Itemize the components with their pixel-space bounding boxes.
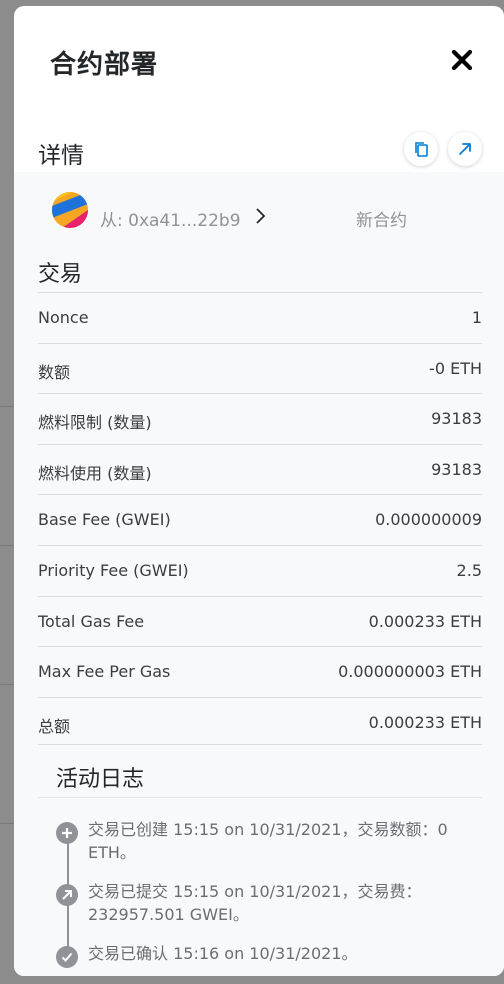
transaction-table: Nonce 1 数额 -0 ETH 燃料限制 (数量) 93183 燃料使用 (…	[38, 292, 482, 747]
table-row: Total Gas Fee 0.000233 ETH	[38, 595, 482, 647]
details-header: 详情	[14, 116, 504, 172]
activity-text: 交易已创建 15:15 on 10/31/2021，交易数额：0 ETH。	[88, 820, 448, 862]
row-value: 0.000000003 ETH	[338, 662, 482, 682]
table-row: 数额 -0 ETH	[38, 342, 482, 394]
close-icon	[451, 49, 473, 71]
row-value: 93183	[431, 409, 482, 429]
activity-log-title: 活动日志	[56, 767, 145, 792]
table-row: Priority Fee (GWEI) 2.5	[38, 544, 482, 596]
account-avatar	[52, 192, 88, 228]
row-label: 数额	[38, 362, 71, 382]
row-value: 0.000000009	[375, 510, 482, 530]
to-address: 新合约	[356, 211, 407, 231]
table-row: 总额 0.000233 ETH	[38, 696, 482, 748]
row-label: 燃料限制 (数量)	[38, 413, 152, 433]
activity-text: 交易已确认 15:16 on 10/31/2021。	[88, 944, 358, 963]
contract-deployment-modal: 合约部署 详情 从: 0xa41...22b9 新合约 交易 Nonce 1 数…	[14, 6, 504, 976]
activity-log: 活动日志 交易已创建 15:15 on 10/31/2021，交易数额：0 ET…	[38, 744, 482, 968]
from-to-row: 从: 0xa41...22b9 新合约	[14, 172, 504, 248]
table-row: 燃料限制 (数量) 93183	[38, 393, 482, 444]
row-label: Priority Fee (GWEI)	[38, 560, 189, 580]
table-row: Nonce 1	[38, 292, 482, 343]
table-row: Max Fee Per Gas 0.000000003 ETH	[38, 646, 482, 697]
arrow-up-right-icon	[56, 884, 78, 906]
row-label: Nonce	[38, 308, 89, 327]
open-in-explorer-button[interactable]	[448, 132, 482, 166]
activity-log-list: 交易已创建 15:15 on 10/31/2021，交易数额：0 ETH。 交易…	[38, 797, 482, 976]
details-title: 详情	[38, 143, 84, 169]
table-row: Base Fee (GWEI) 0.000000009	[38, 494, 482, 545]
modal-title: 合约部署	[50, 50, 159, 80]
external-link-icon	[459, 143, 471, 155]
copy-icon	[415, 142, 428, 157]
row-label: Total Gas Fee	[38, 611, 145, 631]
details-body: 从: 0xa41...22b9 新合约 交易 Nonce 1 数额 -0 ETH…	[14, 172, 504, 976]
row-label: 燃料使用 (数量)	[38, 463, 152, 483]
row-value: 0.000233 ETH	[368, 712, 482, 732]
transaction-section-title: 交易	[38, 262, 83, 287]
chevron-right-icon	[256, 208, 266, 224]
close-button[interactable]	[448, 46, 476, 74]
plus-icon	[56, 822, 78, 844]
row-value: 2.5	[456, 560, 482, 580]
row-value: 93183	[431, 459, 482, 479]
check-icon	[56, 946, 78, 968]
row-label: Max Fee Per Gas	[38, 662, 171, 682]
row-label: Base Fee (GWEI)	[38, 510, 171, 530]
copy-button[interactable]	[404, 132, 438, 166]
row-value: 1	[471, 308, 482, 327]
row-label: 总额	[38, 716, 71, 736]
activity-text: 交易已提交 15:15 on 10/31/2021，交易费：232957.501…	[88, 882, 422, 924]
row-value: -0 ETH	[429, 358, 482, 378]
from-address[interactable]: 从: 0xa41...22b9	[100, 206, 241, 231]
modal-header: 合约部署	[14, 6, 504, 116]
table-row: 燃料使用 (数量) 93183	[38, 443, 482, 495]
row-value: 0.000233 ETH	[368, 611, 482, 631]
